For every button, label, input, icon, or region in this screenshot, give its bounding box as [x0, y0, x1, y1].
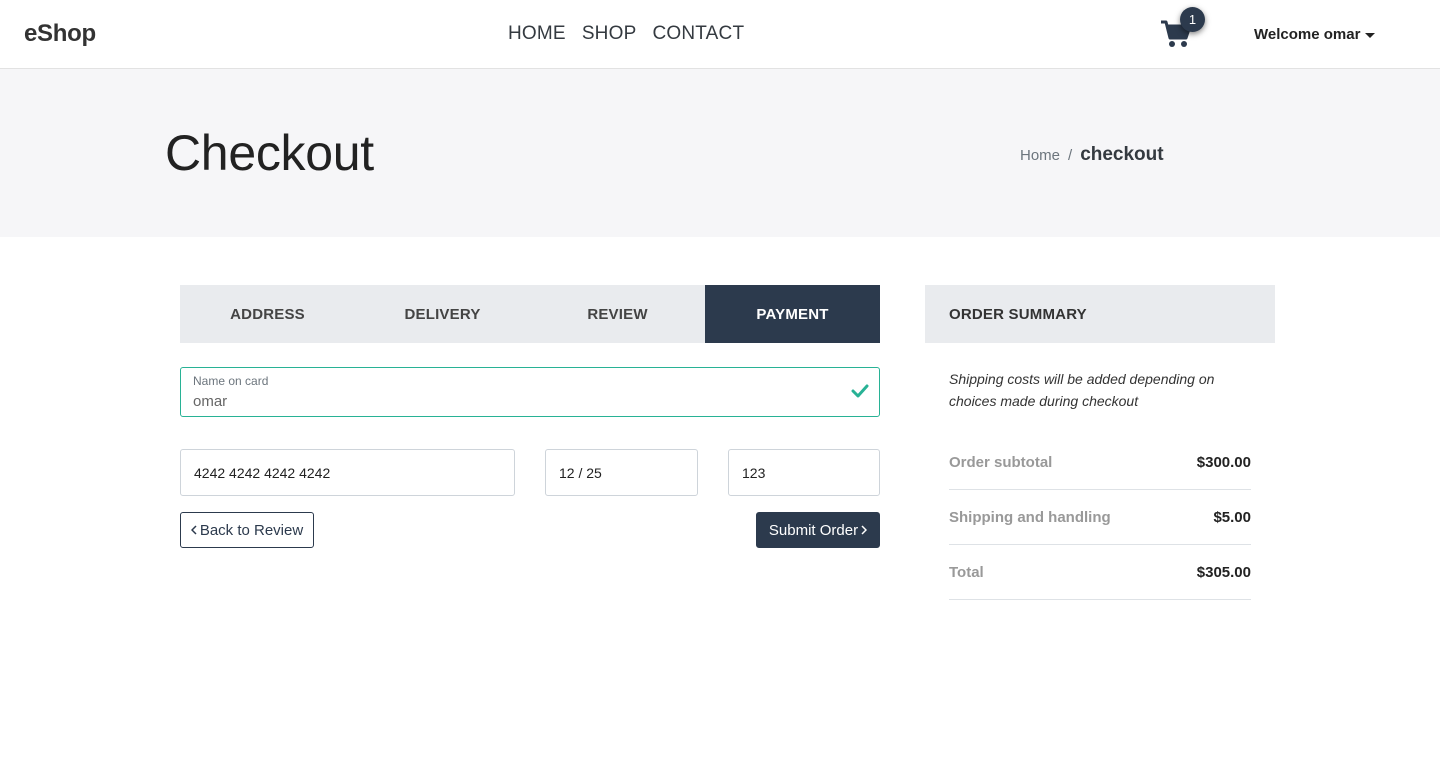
welcome-text: Welcome omar: [1254, 26, 1361, 43]
check-icon: [851, 384, 869, 398]
page-title: Checkout: [165, 125, 374, 181]
breadcrumb-current: checkout: [1080, 144, 1164, 165]
caret-down-icon: [1365, 32, 1376, 38]
card-cvc-input[interactable]: 123: [728, 449, 880, 496]
main-nav: HOME SHOP CONTACT: [508, 23, 744, 45]
chevron-right-icon: [861, 525, 868, 535]
nav-link-home[interactable]: HOME: [508, 23, 566, 45]
chevron-left-icon: [190, 525, 197, 535]
submit-order-label: Submit Order: [768, 521, 859, 539]
shipping-note: Shipping costs will be added depending o…: [949, 371, 1215, 409]
cart-count-badge: 1: [1180, 7, 1205, 32]
page-header: Checkout Home / checkout: [0, 69, 1440, 237]
summary-row-total: Total $305.00: [949, 545, 1251, 600]
step-delivery[interactable]: DELIVERY: [355, 285, 530, 343]
summary-row-value: $305.00: [1196, 563, 1251, 581]
user-menu-toggle[interactable]: Welcome omar: [1254, 26, 1376, 43]
card-number-input[interactable]: 4242 4242 4242 4242: [180, 449, 515, 496]
summary-row-subtotal: Order subtotal $300.00: [949, 435, 1251, 490]
summary-row-label: Total: [949, 563, 984, 581]
summary-row-value: $300.00: [1196, 453, 1251, 471]
name-on-card-value: omar: [193, 393, 228, 410]
step-address[interactable]: ADDRESS: [180, 285, 355, 343]
summary-row-label: Order subtotal: [949, 453, 1053, 471]
name-on-card-label: Name on card: [193, 374, 269, 388]
summary-row-shipping: Shipping and handling $5.00: [949, 490, 1251, 545]
card-expiry-input[interactable]: 12 / 25: [545, 449, 698, 496]
nav-link-shop[interactable]: SHOP: [582, 23, 637, 45]
step-payment[interactable]: PAYMENT: [705, 285, 880, 343]
breadcrumb: Home / checkout: [1020, 144, 1164, 166]
breadcrumb-separator: /: [1068, 147, 1073, 164]
breadcrumb-home[interactable]: Home: [1020, 147, 1060, 164]
order-summary-title: ORDER SUMMARY: [925, 285, 1275, 343]
step-review[interactable]: REVIEW: [530, 285, 705, 343]
brand-logo[interactable]: eShop: [24, 20, 96, 48]
summary-row-label: Shipping and handling: [949, 508, 1111, 526]
nav-link-contact[interactable]: CONTACT: [652, 23, 744, 45]
back-to-review-button[interactable]: Back to Review: [180, 512, 314, 548]
name-on-card-field[interactable]: Name on card omar: [180, 367, 880, 417]
checkout-steps: ADDRESS DELIVERY REVIEW PAYMENT: [180, 285, 880, 343]
submit-order-button[interactable]: Submit Order: [756, 512, 880, 548]
back-to-review-label: Back to Review: [199, 521, 304, 539]
navbar: eShop HOME SHOP CONTACT 1 Welcome omar: [0, 0, 1440, 69]
summary-row-value: $5.00: [1213, 508, 1251, 526]
